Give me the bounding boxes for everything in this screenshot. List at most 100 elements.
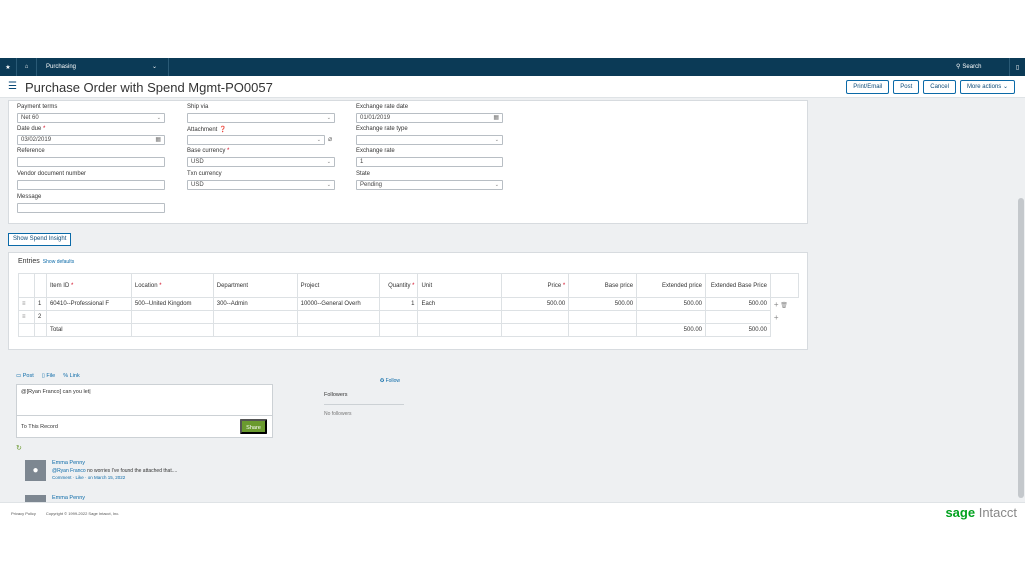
print-email-button[interactable]: Print/Email [846, 80, 890, 94]
show-defaults-link[interactable]: Show defaults [43, 259, 74, 265]
txn-currency-select[interactable]: USD ⌄ [187, 180, 335, 190]
cell-price[interactable]: 500.00 [501, 297, 570, 311]
show-spend-insight-button[interactable]: Show Spend Insight [8, 233, 72, 246]
cell-item-id[interactable]: 60410--Professional F [45, 297, 132, 311]
post-message-input[interactable]: @[Ryan Franco] can you let| [21, 389, 91, 395]
post-tabs: ▭ Post ▯ File % Link [16, 373, 80, 379]
cell-project[interactable]: 10000--General Overh [296, 297, 380, 311]
title-bar: ☰ Purchase Order with Spend Mgmt-PO0057 … [0, 76, 1025, 98]
follow-button[interactable]: ✪ Follow [380, 378, 400, 384]
cell-price[interactable] [501, 310, 570, 324]
calendar-icon[interactable]: ▦ [155, 136, 161, 144]
bookmark-icon[interactable]: ▯ [1009, 58, 1025, 76]
header-actions: Print/Email Post Cancel More actions ⌄ [846, 80, 1015, 94]
message-input[interactable] [17, 203, 165, 213]
drag-handle-icon[interactable]: ≡ [18, 310, 35, 324]
header-actions [769, 273, 800, 298]
refresh-icon[interactable]: ↻ [16, 444, 22, 452]
reference-label: Reference [17, 148, 45, 154]
feed-text: @Ryan Franco no worries I've found the a… [52, 468, 177, 474]
cell-location[interactable]: 500--United Kingdom [130, 297, 214, 311]
chevron-down-icon: ⌄ [156, 115, 161, 121]
attachment-label-text: Attachment [187, 127, 218, 133]
nav-menu-purchasing[interactable]: Purchasing [46, 58, 76, 76]
cell-unit[interactable] [417, 310, 503, 324]
add-row-icon[interactable]: + [774, 313, 779, 322]
feed-mention[interactable]: @Ryan Franco [52, 468, 86, 474]
trash-icon[interactable]: 🗑 [780, 303, 788, 309]
col-quantity: Quantity * [378, 273, 419, 298]
required-marker: * [43, 126, 46, 132]
cell-base-price: 500.00 [568, 297, 638, 311]
collaboration-panel: ▭ Post ▯ File % Link @[Ryan Franco] can … [8, 370, 408, 520]
privacy-policy-link[interactable]: Privacy Policy [11, 511, 36, 516]
follow-label: Follow [385, 378, 401, 384]
header-handle [18, 273, 35, 298]
app-window: ★ ⌂ Purchasing ⌄ ⚲ Search ▯ ☰ Purchase O… [0, 58, 1025, 523]
feed-author[interactable]: Emma Penny [52, 460, 85, 466]
home-icon[interactable]: ⌂ [17, 58, 37, 76]
col-price: Price * [501, 273, 570, 298]
total-extended-base-price: 500.00 [705, 323, 771, 337]
favorites-star-icon[interactable]: ★ [0, 58, 17, 76]
vendor-document-number-input[interactable] [17, 180, 165, 190]
cell-unit[interactable]: Each [417, 297, 503, 311]
avatar: ● [25, 460, 46, 481]
exchange-rate-input[interactable]: 1 [356, 157, 503, 167]
base-currency-select[interactable]: USD ⌄ [187, 157, 335, 167]
cell-quantity[interactable]: 1 [378, 297, 419, 311]
tab-file-label: File [46, 373, 56, 379]
total-extended-price: 500.00 [636, 323, 706, 337]
tab-post[interactable]: ▭ Post [16, 373, 34, 379]
table-header-row: Item ID * Location * Department Project … [18, 273, 800, 298]
exchange-rate-type-select[interactable]: ⌄ [356, 135, 503, 145]
table-row[interactable]: ≡ 1 60410--Professional F 500--United Ki… [18, 297, 799, 311]
post-button[interactable]: Post [893, 80, 920, 94]
share-button[interactable]: Share [240, 419, 267, 434]
hamburger-menu-icon[interactable]: ☰ [8, 81, 17, 92]
sage-intacct-logo: sage Intacct [945, 505, 1017, 520]
cell-location[interactable] [130, 310, 214, 324]
page-footer: Privacy Policy Copyright © 1999-2022 Sag… [0, 502, 1025, 523]
ship-via-select[interactable]: ⌄ [187, 113, 335, 123]
cell-item-id[interactable] [45, 310, 132, 324]
paperclip-icon[interactable]: ⌀ [328, 135, 332, 143]
reference-input[interactable] [17, 157, 165, 167]
feed-author[interactable]: Emma Penny [52, 495, 85, 501]
attachment-select[interactable]: ⌄ [187, 135, 325, 145]
tab-link[interactable]: % Link [63, 373, 80, 379]
date-due-input[interactable]: 03/02/2019 ▦ [17, 135, 165, 145]
payment-terms-select[interactable]: Net 60 ⌄ [17, 113, 165, 123]
cancel-button[interactable]: Cancel [923, 80, 956, 94]
cell-department[interactable] [212, 310, 298, 324]
tab-link-label: Link [69, 373, 80, 379]
chevron-down-icon[interactable]: ⌄ [152, 58, 157, 76]
table-row[interactable]: ≡ 2 + [18, 310, 799, 324]
cell-project[interactable] [296, 310, 380, 324]
post-composer[interactable]: @[Ryan Franco] can you let| To This Reco… [16, 384, 273, 438]
cell-department[interactable]: 300--Admin [212, 297, 298, 311]
entries-table: Item ID * Location * Department Project … [18, 273, 800, 337]
total-label: Total [45, 323, 132, 337]
cell-extended-price: 500.00 [636, 297, 706, 311]
cell-quantity[interactable] [378, 310, 419, 324]
add-row-icon[interactable]: + [774, 300, 779, 309]
help-icon[interactable]: ❓ [219, 127, 226, 133]
header-form: Payment terms Net 60 ⌄ Date due * 03/02/… [8, 100, 808, 224]
calendar-icon[interactable]: ▦ [493, 114, 499, 122]
exchange-rate-date-input[interactable]: 01/01/2019 ▦ [356, 113, 503, 123]
scrollbar-thumb[interactable] [1018, 198, 1024, 498]
feed-meta[interactable]: Comment · Like · on March 15, 2022 [52, 475, 125, 480]
tab-post-label: Post [22, 373, 34, 379]
base-currency-label-text: Base currency [187, 148, 226, 154]
drag-handle-icon[interactable]: ≡ [18, 297, 35, 311]
header-num [33, 273, 47, 298]
col-quantity-label: Quantity [388, 282, 411, 289]
state-select[interactable]: Pending ⌄ [356, 180, 503, 190]
chevron-down-icon: ⌄ [326, 115, 331, 121]
total-spacer [130, 323, 214, 337]
more-actions-button[interactable]: More actions ⌄ [959, 80, 1015, 94]
search-button[interactable]: ⚲ Search [956, 58, 981, 76]
tab-file[interactable]: ▯ File [42, 373, 55, 379]
row-actions: + [770, 311, 798, 324]
